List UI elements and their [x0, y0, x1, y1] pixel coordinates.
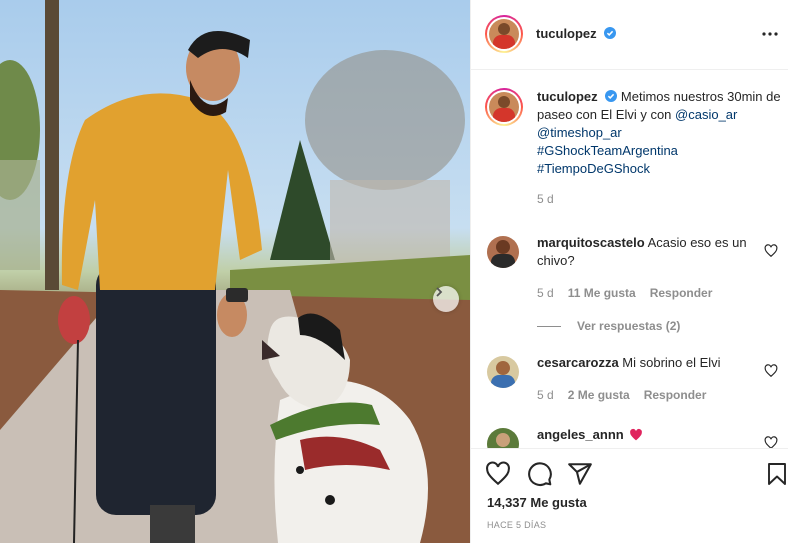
leash-handle [58, 296, 90, 344]
reply-button[interactable]: Responder [644, 388, 707, 402]
caption-username[interactable]: tuculopez [537, 89, 598, 104]
commenter-username[interactable]: cesarcarozza [537, 355, 619, 370]
palm-trunk [45, 0, 59, 290]
comment-meta: 5 d 2 Me gusta Responder [537, 388, 706, 402]
comment-likes[interactable]: 11 Me gusta [568, 286, 636, 300]
comment-icon[interactable] [527, 461, 553, 487]
replies-line [537, 325, 561, 327]
comment-like-icon[interactable] [764, 436, 778, 448]
post-timestamp[interactable]: HACE 5 DÍAS [487, 520, 546, 530]
watch [226, 288, 248, 302]
verified-badge-icon [605, 90, 618, 102]
building-left [0, 160, 40, 270]
comment-age: 5 d [537, 286, 554, 300]
next-photo-button[interactable] [433, 286, 459, 312]
commenter-avatar[interactable] [487, 428, 519, 448]
comment-likes[interactable]: 2 Me gusta [568, 388, 630, 402]
commenter-avatar[interactable] [487, 356, 519, 388]
more-options-icon[interactable] [761, 26, 779, 42]
commenter-username[interactable]: marquitoscastelo [537, 235, 645, 250]
caption-text: tuculopez Metimos nuestros 30min de pase… [537, 88, 781, 208]
likes-count[interactable]: 14,337 Me gusta [487, 495, 587, 510]
shoe [150, 505, 195, 543]
comment-body: angeles_annn [537, 426, 761, 444]
paper-plane-icon[interactable] [567, 461, 593, 487]
heart-emoji-icon [630, 428, 643, 441]
comment-age: 5 d [537, 388, 554, 402]
reply-button[interactable]: Responder [650, 286, 713, 300]
author-avatar[interactable] [485, 15, 523, 53]
view-replies-label: Ver respuestas (2) [577, 319, 681, 333]
chevron-right-icon [436, 287, 443, 297]
post-photo[interactable] [0, 0, 470, 543]
mention-link[interactable]: @timeshop_ar [537, 125, 622, 140]
comment-meta: 5 d 11 Me gusta Responder [537, 286, 712, 300]
caption-avatar[interactable] [485, 88, 523, 126]
caption-age: 5 d [537, 192, 554, 206]
dog-spot [325, 495, 335, 505]
comment-like-icon[interactable] [764, 364, 778, 378]
commenter-avatar[interactable] [487, 236, 519, 268]
mention-link[interactable]: @casio_ar [675, 107, 737, 122]
bare-tree [305, 50, 465, 190]
dog-spot [296, 466, 304, 474]
post-side-panel: tuculopez tuculopez Metimos nuestros 30m [470, 0, 788, 543]
comment-text: Mi sobrino el Elvi [622, 355, 721, 370]
building [330, 180, 450, 270]
comment-body: marquitoscastelo Acasio eso es un chivo? [537, 234, 761, 270]
comments-section[interactable]: tuculopez Metimos nuestros 30min de pase… [471, 70, 788, 448]
man-pants [96, 265, 216, 515]
photo-scene [0, 0, 470, 543]
comment-like-icon[interactable] [764, 244, 778, 258]
man-sweater [61, 93, 262, 290]
verified-badge-icon [604, 27, 617, 39]
author-username[interactable]: tuculopez [536, 26, 597, 41]
post-actions: 14,337 Me gusta HACE 5 DÍAS [471, 448, 788, 543]
commenter-username[interactable]: angeles_annn [537, 427, 624, 442]
hashtag-link[interactable]: #GShockTeamArgentina [537, 143, 678, 158]
heart-icon[interactable] [485, 461, 511, 487]
author-name-row: tuculopez [536, 26, 617, 41]
view-replies-button[interactable]: Ver respuestas (2) [537, 319, 680, 333]
post-header: tuculopez [471, 0, 788, 70]
hashtag-link[interactable]: #TiempoDeGShock [537, 161, 650, 176]
bookmark-icon[interactable] [765, 461, 788, 487]
comment-body: cesarcarozza Mi sobrino el Elvi [537, 354, 761, 372]
